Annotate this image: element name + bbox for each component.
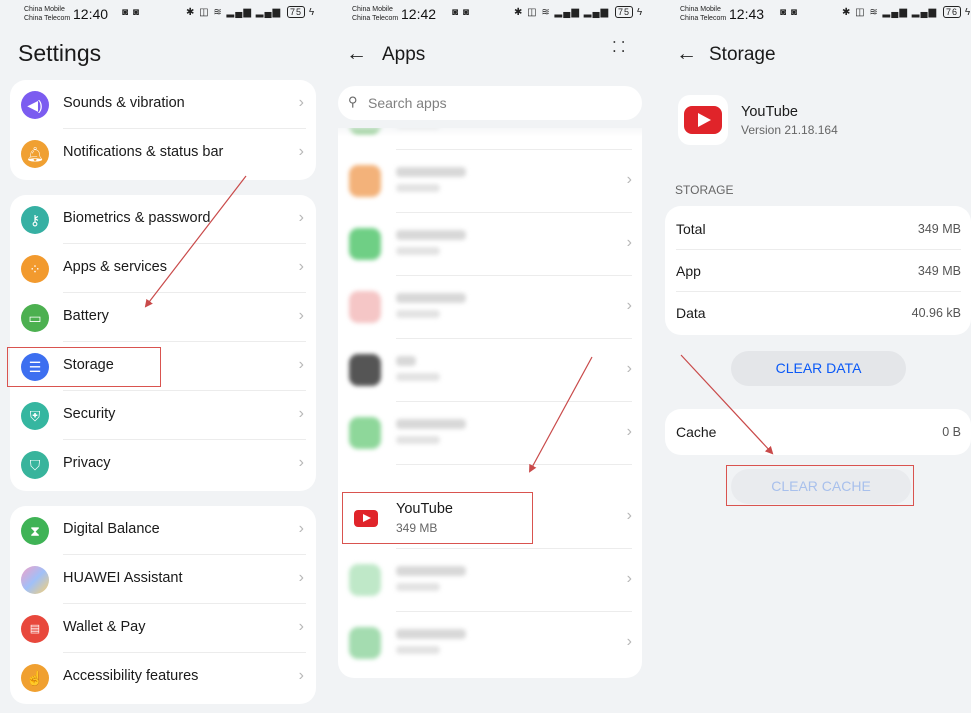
arrow-to-clear-cache [680, 354, 774, 455]
arrow-to-storage [144, 175, 247, 308]
arrow-to-youtube [529, 356, 593, 473]
annotation-arrows [144, 175, 774, 473]
